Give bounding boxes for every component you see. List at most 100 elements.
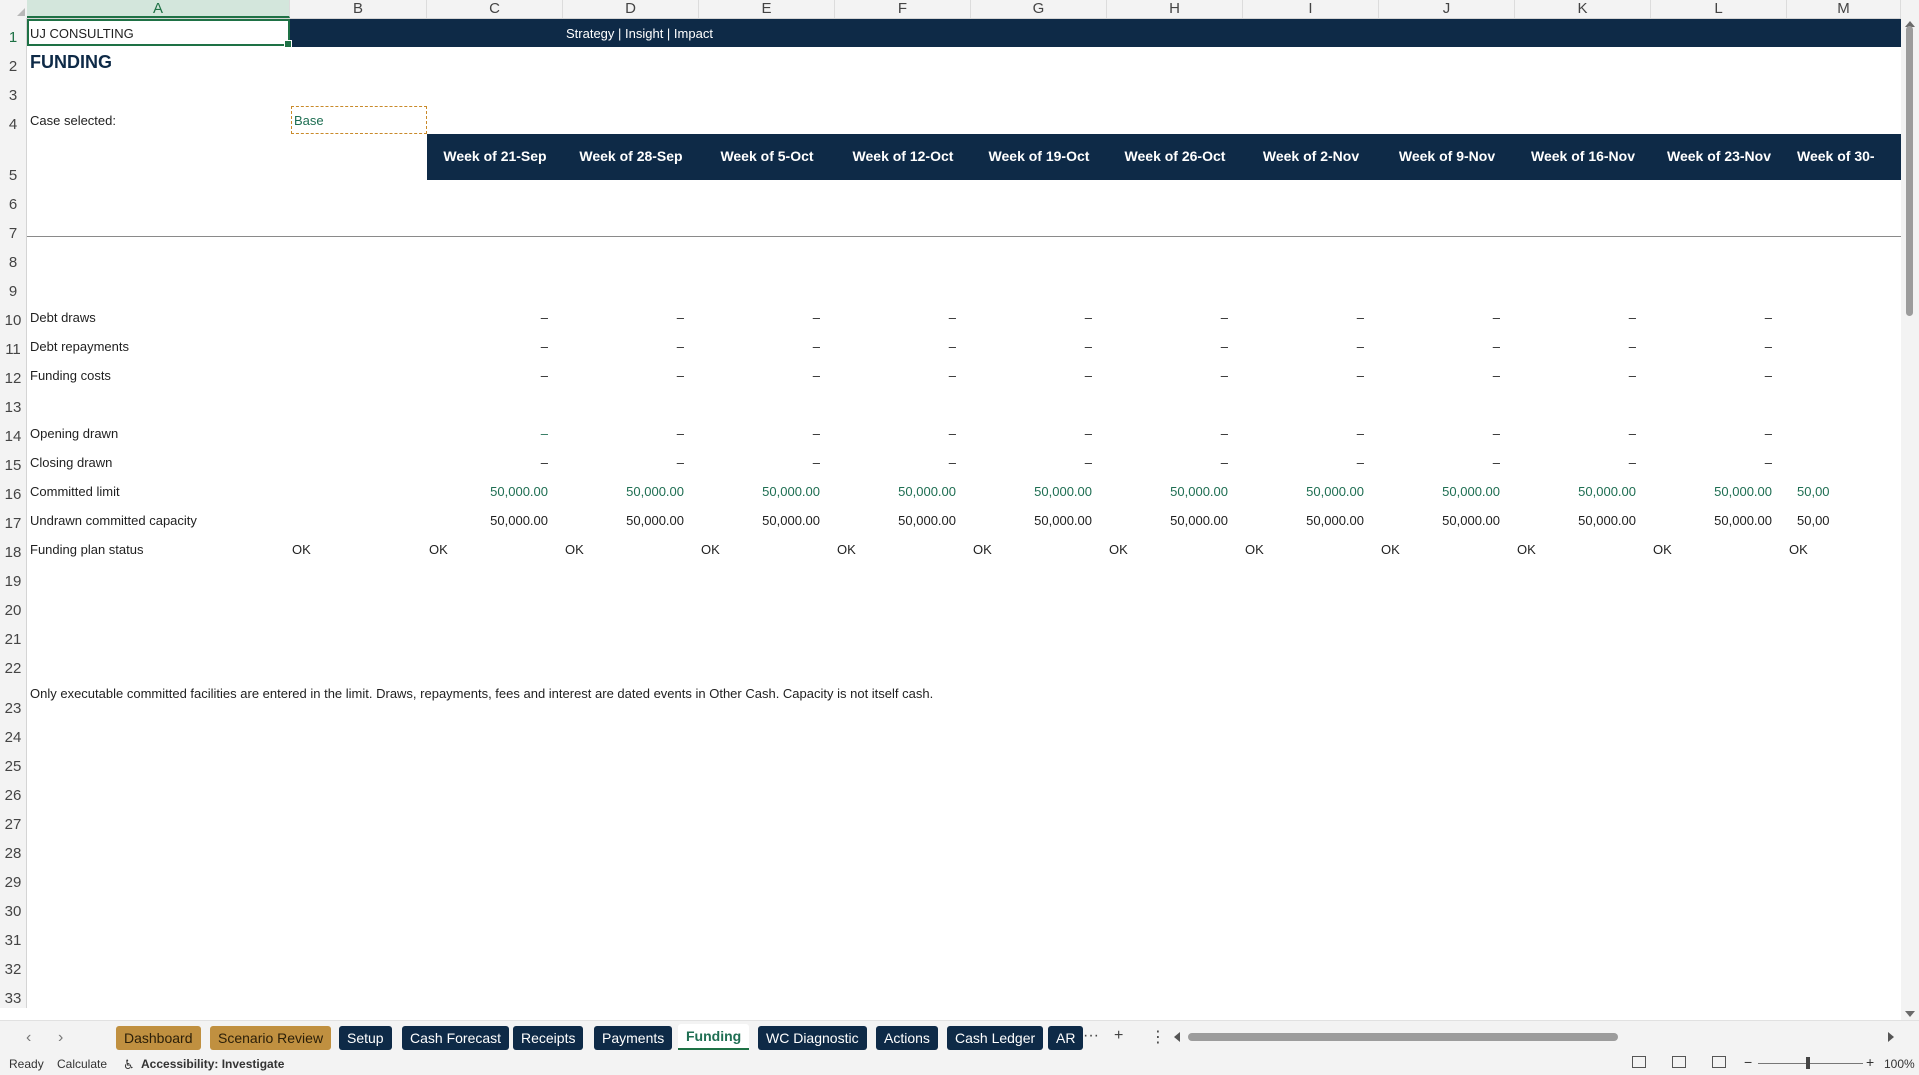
- value-cell[interactable]: –: [1221, 426, 1228, 441]
- value-cell[interactable]: –: [1493, 339, 1500, 354]
- row-header[interactable]: 33: [0, 979, 27, 1008]
- line-item-label[interactable]: Debt draws: [30, 310, 96, 325]
- value-cell[interactable]: 50,000.00: [1034, 484, 1092, 499]
- column-header[interactable]: M: [1787, 0, 1901, 18]
- value-cell[interactable]: 50,000.00: [1442, 513, 1500, 528]
- line-item-label[interactable]: Closing drawn: [30, 455, 112, 470]
- status-cell[interactable]: OK: [973, 542, 992, 557]
- value-cell[interactable]: –: [541, 426, 548, 441]
- value-cell[interactable]: –: [1221, 339, 1228, 354]
- tab-payments[interactable]: Payments: [594, 1026, 673, 1050]
- status-cell[interactable]: OK: [1517, 542, 1536, 557]
- row-header[interactable]: 5: [0, 134, 27, 185]
- zoom-level[interactable]: 100%: [1884, 1057, 1915, 1071]
- column-header[interactable]: H: [1107, 0, 1243, 18]
- value-cell[interactable]: –: [1765, 455, 1772, 470]
- column-header[interactable]: E: [699, 0, 835, 18]
- row-header[interactable]: 10: [0, 301, 27, 330]
- value-cell[interactable]: –: [813, 426, 820, 441]
- zoom-out-button[interactable]: −: [1744, 1054, 1752, 1070]
- value-cell[interactable]: –: [1085, 455, 1092, 470]
- value-cell[interactable]: –: [541, 339, 548, 354]
- week-header[interactable]: Week of 26-Oct: [1107, 148, 1243, 164]
- row-header[interactable]: 29: [0, 863, 27, 892]
- status-cell[interactable]: OK: [1789, 542, 1808, 557]
- line-item-label[interactable]: Funding plan status: [30, 542, 143, 557]
- status-cell[interactable]: OK: [292, 542, 311, 557]
- value-cell[interactable]: –: [813, 310, 820, 325]
- value-cell[interactable]: 50,000.00: [490, 513, 548, 528]
- value-cell[interactable]: –: [1765, 368, 1772, 383]
- row-header[interactable]: 21: [0, 620, 27, 649]
- value-cell[interactable]: 50,000.00: [1578, 484, 1636, 499]
- value-cell[interactable]: –: [813, 368, 820, 383]
- tab-cash-forecast[interactable]: Cash Forecast: [402, 1026, 510, 1050]
- value-cell[interactable]: –: [1629, 426, 1636, 441]
- value-cell[interactable]: 50,000.00: [1714, 513, 1772, 528]
- tab-scroll-right-icon[interactable]: ›: [58, 1029, 63, 1047]
- horizontal-scrollbar[interactable]: [1174, 1030, 1894, 1044]
- row-header[interactable]: 3: [0, 76, 27, 105]
- horizontal-scroll-thumb[interactable]: [1188, 1033, 1618, 1041]
- value-cell[interactable]: 50,000.00: [626, 484, 684, 499]
- column-header[interactable]: D: [563, 0, 699, 18]
- tab-options-icon[interactable]: ⋮: [1150, 1027, 1166, 1047]
- value-cell[interactable]: –: [677, 339, 684, 354]
- value-cell[interactable]: –: [1085, 310, 1092, 325]
- value-cell[interactable]: –: [813, 455, 820, 470]
- value-cell[interactable]: 50,000.00: [1442, 484, 1500, 499]
- accessibility-status[interactable]: Accessibility: Investigate: [141, 1057, 284, 1071]
- page-layout-icon[interactable]: [1672, 1056, 1686, 1068]
- tab-receipts[interactable]: Receipts: [513, 1026, 584, 1050]
- row-header[interactable]: 1: [0, 18, 27, 47]
- row-header[interactable]: 6: [0, 185, 27, 214]
- column-header[interactable]: L: [1651, 0, 1787, 18]
- tab-scroll-left-icon[interactable]: ‹: [26, 1029, 31, 1047]
- status-cell[interactable]: OK: [1653, 542, 1672, 557]
- status-cell[interactable]: OK: [837, 542, 856, 557]
- row-header[interactable]: 15: [0, 446, 27, 475]
- select-all-corner[interactable]: [0, 0, 28, 18]
- value-cell[interactable]: –: [1221, 368, 1228, 383]
- row-header[interactable]: 11: [0, 330, 27, 359]
- status-cell[interactable]: OK: [1245, 542, 1264, 557]
- grid-icon[interactable]: [1632, 1056, 1646, 1068]
- more-tabs-icon[interactable]: ···: [1083, 1027, 1099, 1045]
- status-cell[interactable]: OK: [1381, 542, 1400, 557]
- value-cell[interactable]: –: [1357, 310, 1364, 325]
- value-cell[interactable]: 50,000.00: [762, 513, 820, 528]
- case-value[interactable]: Base: [294, 113, 324, 128]
- zoom-slider-track[interactable]: [1758, 1063, 1863, 1064]
- value-cell[interactable]: 50,000.00: [1034, 513, 1092, 528]
- row-header[interactable]: 19: [0, 562, 27, 591]
- value-cell[interactable]: 50,000.00: [626, 513, 684, 528]
- value-cell[interactable]: –: [1493, 310, 1500, 325]
- page-break-icon[interactable]: [1712, 1056, 1726, 1068]
- accessibility-icon[interactable]: ♿: [123, 1057, 135, 1073]
- column-header[interactable]: F: [835, 0, 971, 18]
- value-cell[interactable]: –: [1357, 455, 1364, 470]
- row-header[interactable]: 9: [0, 272, 27, 301]
- row-header[interactable]: 8: [0, 243, 27, 272]
- tab-dashboard[interactable]: Dashboard: [116, 1026, 201, 1050]
- value-cell[interactable]: 50,00: [1797, 513, 1901, 528]
- value-cell[interactable]: –: [949, 310, 956, 325]
- value-cell[interactable]: –: [1357, 339, 1364, 354]
- tab-funding[interactable]: Funding: [678, 1024, 750, 1050]
- row-header[interactable]: 31: [0, 921, 27, 950]
- row-header[interactable]: 14: [0, 417, 27, 446]
- tab-ar[interactable]: AR: [1048, 1026, 1084, 1050]
- row-header[interactable]: 27: [0, 805, 27, 834]
- value-cell[interactable]: –: [677, 310, 684, 325]
- status-cell[interactable]: OK: [565, 542, 584, 557]
- value-cell[interactable]: 50,00: [1797, 484, 1901, 499]
- value-cell[interactable]: 50,000.00: [1578, 513, 1636, 528]
- row-header[interactable]: 20: [0, 591, 27, 620]
- column-header[interactable]: I: [1243, 0, 1379, 18]
- value-cell[interactable]: 50,000.00: [1170, 513, 1228, 528]
- week-header[interactable]: Week of 5-Oct: [699, 148, 835, 164]
- value-cell[interactable]: –: [541, 455, 548, 470]
- value-cell[interactable]: –: [1085, 426, 1092, 441]
- value-cell[interactable]: –: [1221, 310, 1228, 325]
- status-cell[interactable]: OK: [1109, 542, 1128, 557]
